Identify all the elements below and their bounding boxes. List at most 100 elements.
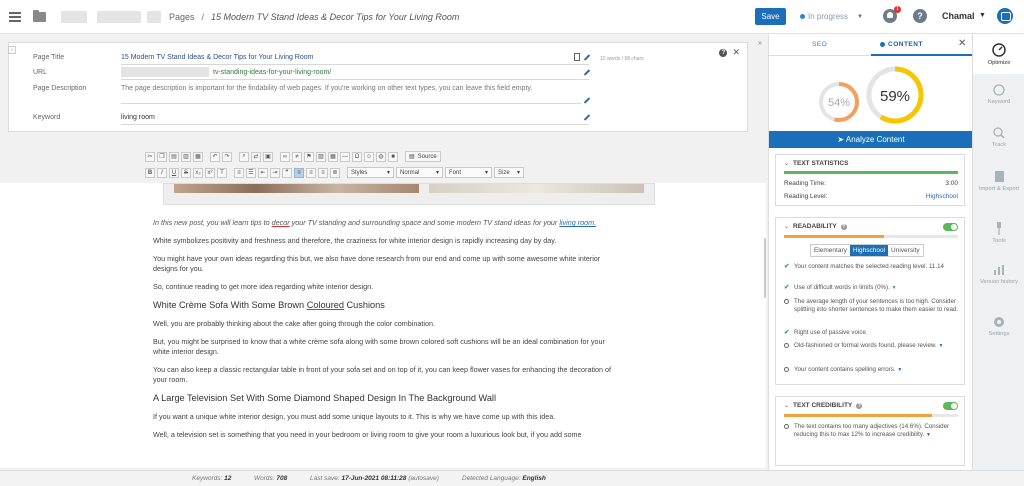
remove-format-icon[interactable]: T — [217, 167, 227, 178]
nav-settings[interactable]: Settings — [973, 316, 1024, 338]
spelling-highlight[interactable]: Coloured — [307, 300, 344, 310]
font-select[interactable]: Font ▾ — [445, 167, 492, 178]
select-all-icon[interactable]: ▣ — [263, 151, 273, 162]
folder-icon[interactable] — [33, 9, 46, 22]
readability-help-icon[interactable]: ? — [840, 223, 847, 230]
image-icon[interactable]: ▨ — [316, 151, 326, 162]
readability-header[interactable]: ⌄ READABILITY ? — [784, 223, 847, 230]
unlink-icon[interactable]: ≠ — [292, 151, 302, 162]
align-center-icon[interactable]: ≡ — [306, 167, 316, 178]
paste-text-icon[interactable]: ▥ — [181, 151, 191, 162]
living-room-link[interactable]: living room. — [559, 218, 596, 227]
edit-description-icon[interactable] — [584, 98, 590, 104]
nav-tools[interactable]: Tools — [973, 222, 1024, 245]
cut-icon[interactable]: ✂ — [145, 151, 155, 162]
level-highschool[interactable]: Highschool — [849, 245, 889, 256]
expand-icon[interactable]: ▼ — [938, 343, 943, 349]
meta-help-icon[interactable]: ? — [719, 48, 728, 57]
editor-area[interactable]: In this new post, you will learn tips to… — [0, 183, 766, 468]
chevron-down-icon[interactable]: ▼ — [979, 12, 986, 19]
reading-level-selector: Elementary Highschool University — [810, 244, 924, 257]
analyze-content-button[interactable]: ➤ Analyze Content — [769, 131, 972, 148]
level-university[interactable]: University — [888, 245, 923, 256]
blurred-path-segment — [97, 10, 141, 23]
align-justify-icon[interactable]: ≣ — [330, 167, 340, 178]
underline-icon[interactable]: U — [169, 167, 179, 178]
page-title-input[interactable]: 15 Modern TV Stand Ideas & Decor Tips fo… — [121, 54, 313, 61]
nav-import-export[interactable]: Import & Export — [973, 170, 1024, 193]
expand-icon[interactable]: ▼ — [926, 432, 931, 438]
credibility-toggle[interactable] — [943, 402, 958, 410]
help-icon[interactable]: ? — [913, 9, 927, 23]
italic-icon[interactable]: I — [157, 167, 167, 178]
format-label: Normal — [400, 169, 420, 176]
redo-icon[interactable]: ↷ — [222, 151, 232, 162]
close-panel-icon[interactable]: ✕ — [958, 38, 966, 49]
collapse-meta-icon[interactable]: ‹ — [8, 46, 16, 54]
numbered-list-icon[interactable]: ≡ — [234, 167, 244, 178]
edit-keyword-icon[interactable] — [584, 115, 590, 121]
document-icon[interactable] — [574, 53, 580, 61]
text-statistics-header[interactable]: ⌄ TEXT STATISTICS — [784, 160, 848, 167]
readability-toggle[interactable] — [943, 223, 958, 231]
level-elementary[interactable]: Elementary — [811, 245, 850, 256]
format-select[interactable]: Normal ▾ — [396, 167, 443, 178]
editor-scrollbar[interactable] — [764, 238, 766, 298]
size-select[interactable]: Size ▾ — [494, 167, 524, 178]
find-icon[interactable]: ⌕ — [239, 151, 249, 162]
gear-icon — [994, 317, 1004, 327]
video-icon[interactable]: ■ — [388, 151, 398, 162]
tab-content[interactable]: CONTENT — [880, 41, 923, 48]
collapse-panel-icon[interactable]: » — [758, 40, 762, 47]
align-right-icon[interactable]: ≡ — [318, 167, 328, 178]
menu-icon[interactable] — [9, 11, 21, 22]
styles-select[interactable]: Styles ▾ — [347, 167, 394, 178]
outdent-icon[interactable]: ⇤ — [258, 167, 268, 178]
anchor-icon[interactable]: ⚑ — [304, 151, 314, 162]
breadcrumb-section[interactable]: Pages — [169, 12, 195, 22]
bulleted-list-icon[interactable]: ☰ — [246, 167, 256, 178]
nav-optimize[interactable]: Optimize — [973, 34, 1024, 74]
article-content[interactable]: In this new post, you will learn tips to… — [153, 218, 613, 448]
tab-seo[interactable]: SEO — [812, 41, 827, 48]
expand-icon[interactable]: ▼ — [897, 367, 902, 373]
paste-word-icon[interactable]: ▦ — [193, 151, 203, 162]
horizontal-line-icon[interactable]: ― — [340, 151, 350, 162]
subscript-icon[interactable]: x₂ — [193, 167, 203, 178]
source-button[interactable]: ▤ Source — [405, 151, 441, 162]
indent-icon[interactable]: ⇥ — [270, 167, 280, 178]
replace-icon[interactable]: ⇄ — [251, 151, 261, 162]
chat-icon[interactable] — [997, 8, 1013, 24]
strikethrough-icon[interactable]: S — [181, 167, 191, 178]
special-char-icon[interactable]: Ω — [352, 151, 362, 162]
article-image[interactable] — [163, 183, 655, 205]
url-input[interactable]: tv-standing-ideas-for-your-living-room/ — [213, 69, 331, 76]
link-icon[interactable]: ∞ — [280, 151, 290, 162]
copy-icon[interactable]: ❐ — [157, 151, 167, 162]
user-menu[interactable]: Chamal — [942, 11, 975, 21]
spelling-highlight[interactable]: decor — [272, 218, 290, 227]
status-dropdown[interactable]: In progress ▼ — [800, 12, 863, 21]
paste-icon[interactable]: ▤ — [169, 151, 179, 162]
edit-title-icon[interactable] — [584, 55, 590, 61]
smiley-icon[interactable]: ☺ — [364, 151, 374, 162]
undo-icon[interactable]: ↶ — [210, 151, 220, 162]
notification-bell-icon[interactable]: 1 — [883, 6, 901, 23]
blockquote-icon[interactable]: ❞ — [282, 167, 292, 178]
expand-icon[interactable]: ▼ — [892, 285, 897, 291]
nav-keyword[interactable]: Keyword — [973, 84, 1024, 106]
superscript-icon[interactable]: x² — [205, 167, 215, 178]
nav-track[interactable]: Track — [973, 127, 1024, 149]
credibility-help-icon[interactable]: ? — [856, 402, 863, 409]
edit-url-icon[interactable] — [584, 70, 590, 76]
page-description-input[interactable]: The page description is important for th… — [121, 85, 581, 92]
iframe-icon[interactable]: ◍ — [376, 151, 386, 162]
close-meta-icon[interactable]: ✕ — [732, 47, 740, 58]
table-icon[interactable]: ▦ — [328, 151, 338, 162]
align-left-icon[interactable]: ≡ — [294, 167, 304, 178]
bold-icon[interactable]: B — [145, 167, 155, 178]
nav-version-history[interactable]: Version history — [973, 264, 1024, 286]
save-button[interactable]: Save — [755, 8, 786, 25]
keyword-input[interactable]: living room — [121, 114, 155, 121]
text-credibility-header[interactable]: ⌄ TEXT CREDIBILITY ? — [784, 402, 863, 409]
